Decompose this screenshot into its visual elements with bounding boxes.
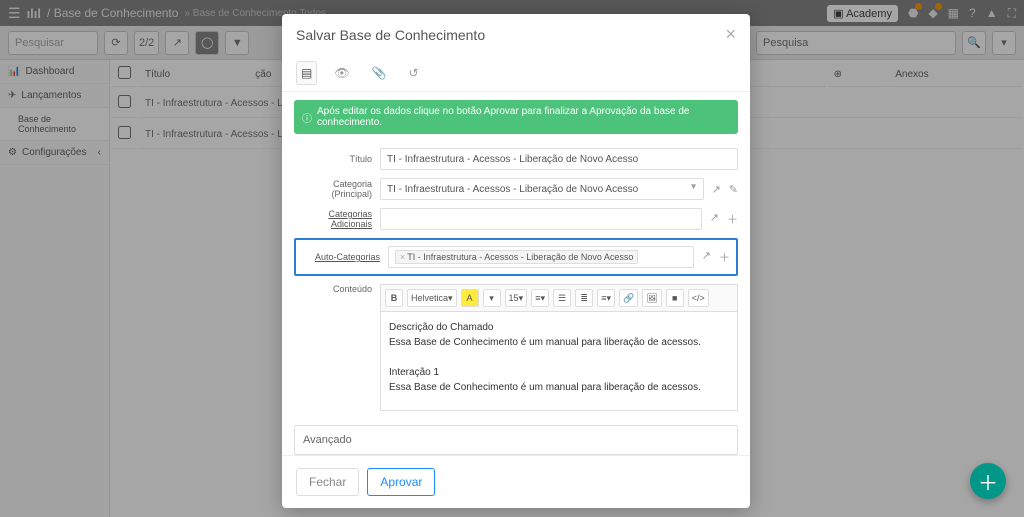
catadd-open-icon[interactable]: ↗ bbox=[710, 211, 719, 227]
advanced-section[interactable]: Avançado bbox=[294, 425, 738, 455]
tab-history-icon[interactable]: ↺ bbox=[404, 61, 424, 85]
link-button[interactable]: 🔗 bbox=[619, 289, 638, 307]
autocat-plus-icon[interactable]: ＋ bbox=[719, 249, 730, 265]
label-categoria: Categoria (Principal) bbox=[294, 179, 372, 199]
titulo-input[interactable] bbox=[380, 148, 738, 170]
categoria-edit-icon[interactable]: ✎ bbox=[729, 183, 738, 196]
color-dropdown-icon[interactable]: ▾ bbox=[483, 289, 501, 307]
info-icon: ⓘ bbox=[302, 110, 312, 125]
fab-add-button[interactable]: ＋ bbox=[970, 463, 1006, 499]
font-select[interactable]: Helvetica ▾ bbox=[407, 289, 457, 307]
label-categorias-adicionais[interactable]: Categorias Adicionais bbox=[294, 209, 372, 229]
auto-categorias-input[interactable]: ×TI - Infraestrutura - Acessos - Liberaç… bbox=[388, 246, 694, 268]
ul-button[interactable]: ☰ bbox=[553, 289, 571, 307]
save-kb-modal: Salvar Base de Conhecimento × ▤ 👁 📎 ↺ ⓘ … bbox=[282, 14, 750, 508]
categoria-select[interactable] bbox=[380, 178, 704, 200]
modal-title: Salvar Base de Conhecimento bbox=[296, 27, 485, 43]
categorias-adicionais-input[interactable] bbox=[380, 208, 702, 230]
ol-button[interactable]: ≣ bbox=[575, 289, 593, 307]
label-auto-categorias[interactable]: Auto-Categorias bbox=[302, 252, 380, 262]
tab-view-icon[interactable]: 👁 bbox=[329, 61, 354, 85]
video-button[interactable]: ■ bbox=[666, 289, 684, 307]
code-button[interactable]: </> bbox=[688, 289, 709, 307]
categoria-open-icon[interactable]: ↗ bbox=[712, 183, 721, 196]
size-select[interactable]: 15 ▾ bbox=[505, 289, 528, 307]
label-conteudo: Conteúdo bbox=[294, 284, 372, 294]
close-button[interactable]: Fechar bbox=[296, 468, 359, 496]
auto-categorias-highlight: Auto-Categorias ×TI - Infraestrutura - A… bbox=[294, 238, 738, 276]
align-button[interactable]: ≡▾ bbox=[597, 289, 615, 307]
bold-button[interactable]: B bbox=[385, 289, 403, 307]
approve-button[interactable]: Aprovar bbox=[367, 468, 435, 496]
chevron-down-icon[interactable]: ▼ bbox=[690, 182, 698, 191]
tab-content-icon[interactable]: ▤ bbox=[296, 61, 317, 85]
editor-toolbar: B Helvetica ▾ A ▾ 15 ▾ ≡▾ ☰ ≣ ≡▾ 🔗 🖼 ■ <… bbox=[380, 284, 738, 311]
highlight-button[interactable]: A bbox=[461, 289, 479, 307]
info-alert: ⓘ Após editar os dados clique no botão A… bbox=[294, 100, 738, 134]
editor-body[interactable]: Descrição do Chamado Essa Base de Conhec… bbox=[380, 311, 738, 411]
modal-tabs: ▤ 👁 📎 ↺ bbox=[282, 55, 750, 92]
autocat-open-icon[interactable]: ↗ bbox=[702, 249, 711, 265]
tab-attachment-icon[interactable]: 📎 bbox=[367, 61, 392, 85]
image-button[interactable]: 🖼 bbox=[642, 289, 661, 307]
close-icon[interactable]: × bbox=[725, 24, 736, 45]
list-button[interactable]: ≡▾ bbox=[531, 289, 549, 307]
tag-remove-icon[interactable]: × bbox=[400, 252, 405, 262]
catadd-plus-icon[interactable]: ＋ bbox=[727, 211, 738, 227]
auto-categoria-tag[interactable]: ×TI - Infraestrutura - Acessos - Liberaç… bbox=[395, 250, 638, 264]
label-titulo: Título bbox=[294, 154, 372, 164]
